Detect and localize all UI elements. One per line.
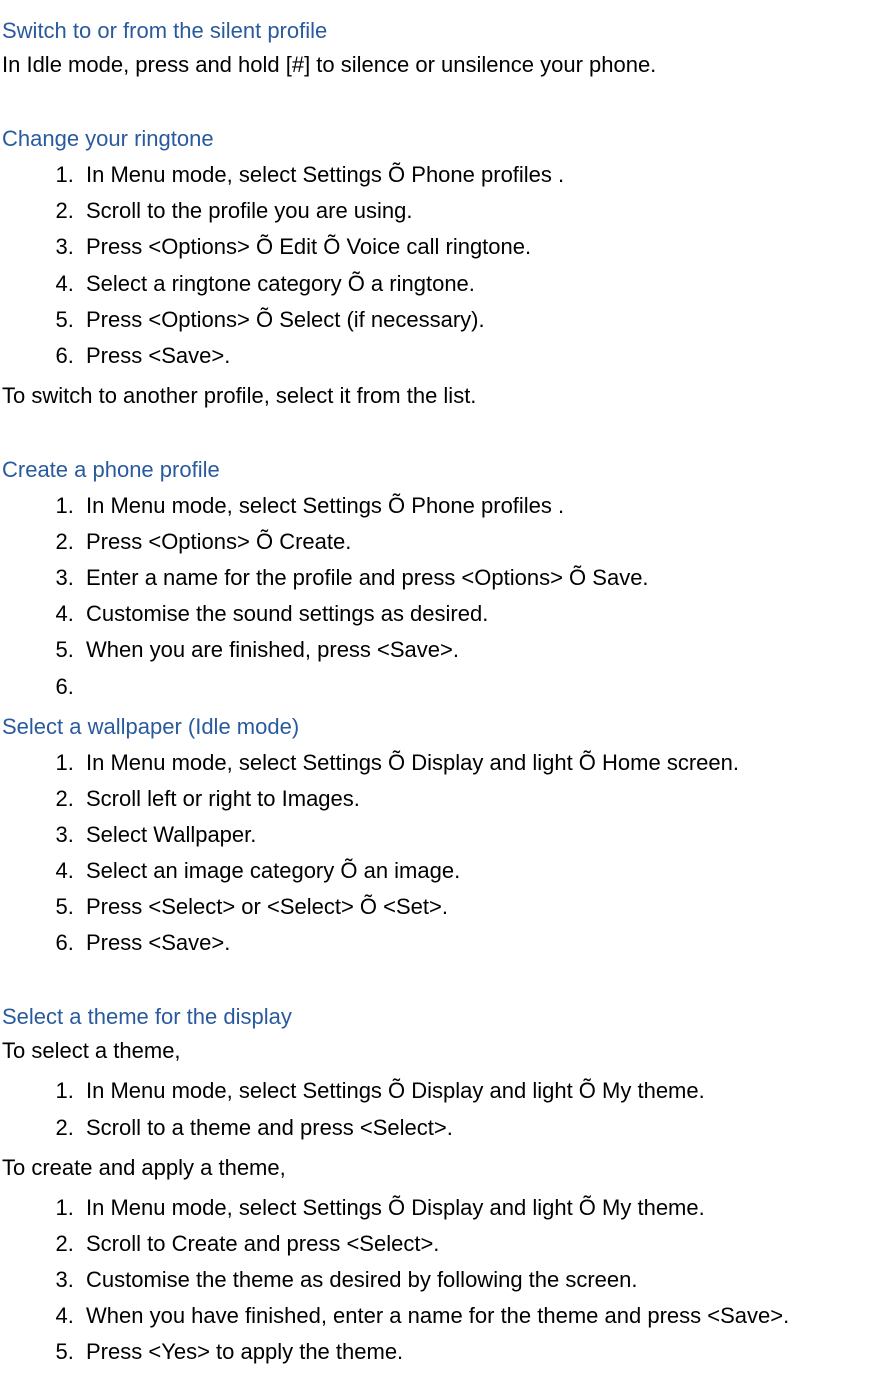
list-wallpaper: In Menu mode, select Settings Õ Display …: [2, 746, 878, 961]
list-item: When you have finished, enter a name for…: [80, 1299, 878, 1333]
heading-wallpaper: Select a wallpaper (Idle mode): [2, 710, 878, 744]
list-change-ringtone: In Menu mode, select Settings Õ Phone pr…: [2, 158, 878, 373]
heading-theme: Select a theme for the display: [2, 1000, 878, 1034]
list-item: Scroll to the profile you are using.: [80, 194, 878, 228]
list-item: Scroll to a theme and press <Select>.: [80, 1111, 878, 1145]
list-item: Select an image category Õ an image.: [80, 854, 878, 888]
spacer: [2, 966, 878, 994]
list-item: In Menu mode, select Settings Õ Display …: [80, 1191, 878, 1225]
list-item: Select Wallpaper.: [80, 818, 878, 852]
heading-change-ringtone: Change your ringtone: [2, 122, 878, 156]
list-item: Scroll to Create and press <Select>.: [80, 1227, 878, 1261]
list-item: Press <Save>.: [80, 339, 878, 373]
list-item: In Menu mode, select Settings Õ Display …: [80, 746, 878, 780]
list-item: Enter a name for the profile and press <…: [80, 561, 878, 595]
list-item: Press <Save>.: [80, 926, 878, 960]
list-item: Customise the sound settings as desired.: [80, 597, 878, 631]
spacer: [2, 88, 878, 116]
list-item: In Menu mode, select Settings Õ Display …: [80, 1074, 878, 1108]
list-create-profile: In Menu mode, select Settings Õ Phone pr…: [2, 489, 878, 704]
list-item: Press <Select> or <Select> Õ <Set>.: [80, 890, 878, 924]
heading-silent-profile: Switch to or from the silent profile: [2, 14, 878, 48]
list-item: Select a ringtone category Õ a ringtone.: [80, 267, 878, 301]
list-select-theme: In Menu mode, select Settings Õ Display …: [2, 1074, 878, 1144]
list-item: Scroll left or right to Images.: [80, 782, 878, 816]
para-create-apply-theme: To create and apply a theme,: [2, 1151, 878, 1185]
list-item: Press <Options> Õ Select (if necessary).: [80, 303, 878, 337]
para-switch-profile: To switch to another profile, select it …: [2, 379, 878, 413]
list-item: Press <Options> Õ Create.: [80, 525, 878, 559]
list-item: Press <Options> Õ Edit Õ Voice call ring…: [80, 230, 878, 264]
heading-create-profile: Create a phone profile: [2, 453, 878, 487]
para-silent-profile: In Idle mode, press and hold [#] to sile…: [2, 48, 878, 82]
list-item: Customise the theme as desired by follow…: [80, 1263, 878, 1297]
list-create-theme: In Menu mode, select Settings Õ Display …: [2, 1191, 878, 1369]
list-item: When you are finished, press <Save>.: [80, 633, 878, 667]
list-item: In Menu mode, select Settings Õ Phone pr…: [80, 489, 878, 523]
list-item: Press <Yes> to apply the theme.: [80, 1335, 878, 1369]
para-select-theme-intro: To select a theme,: [2, 1034, 878, 1068]
spacer: [2, 419, 878, 447]
list-item: In Menu mode, select Settings Õ Phone pr…: [80, 158, 878, 192]
list-item: [80, 670, 878, 704]
